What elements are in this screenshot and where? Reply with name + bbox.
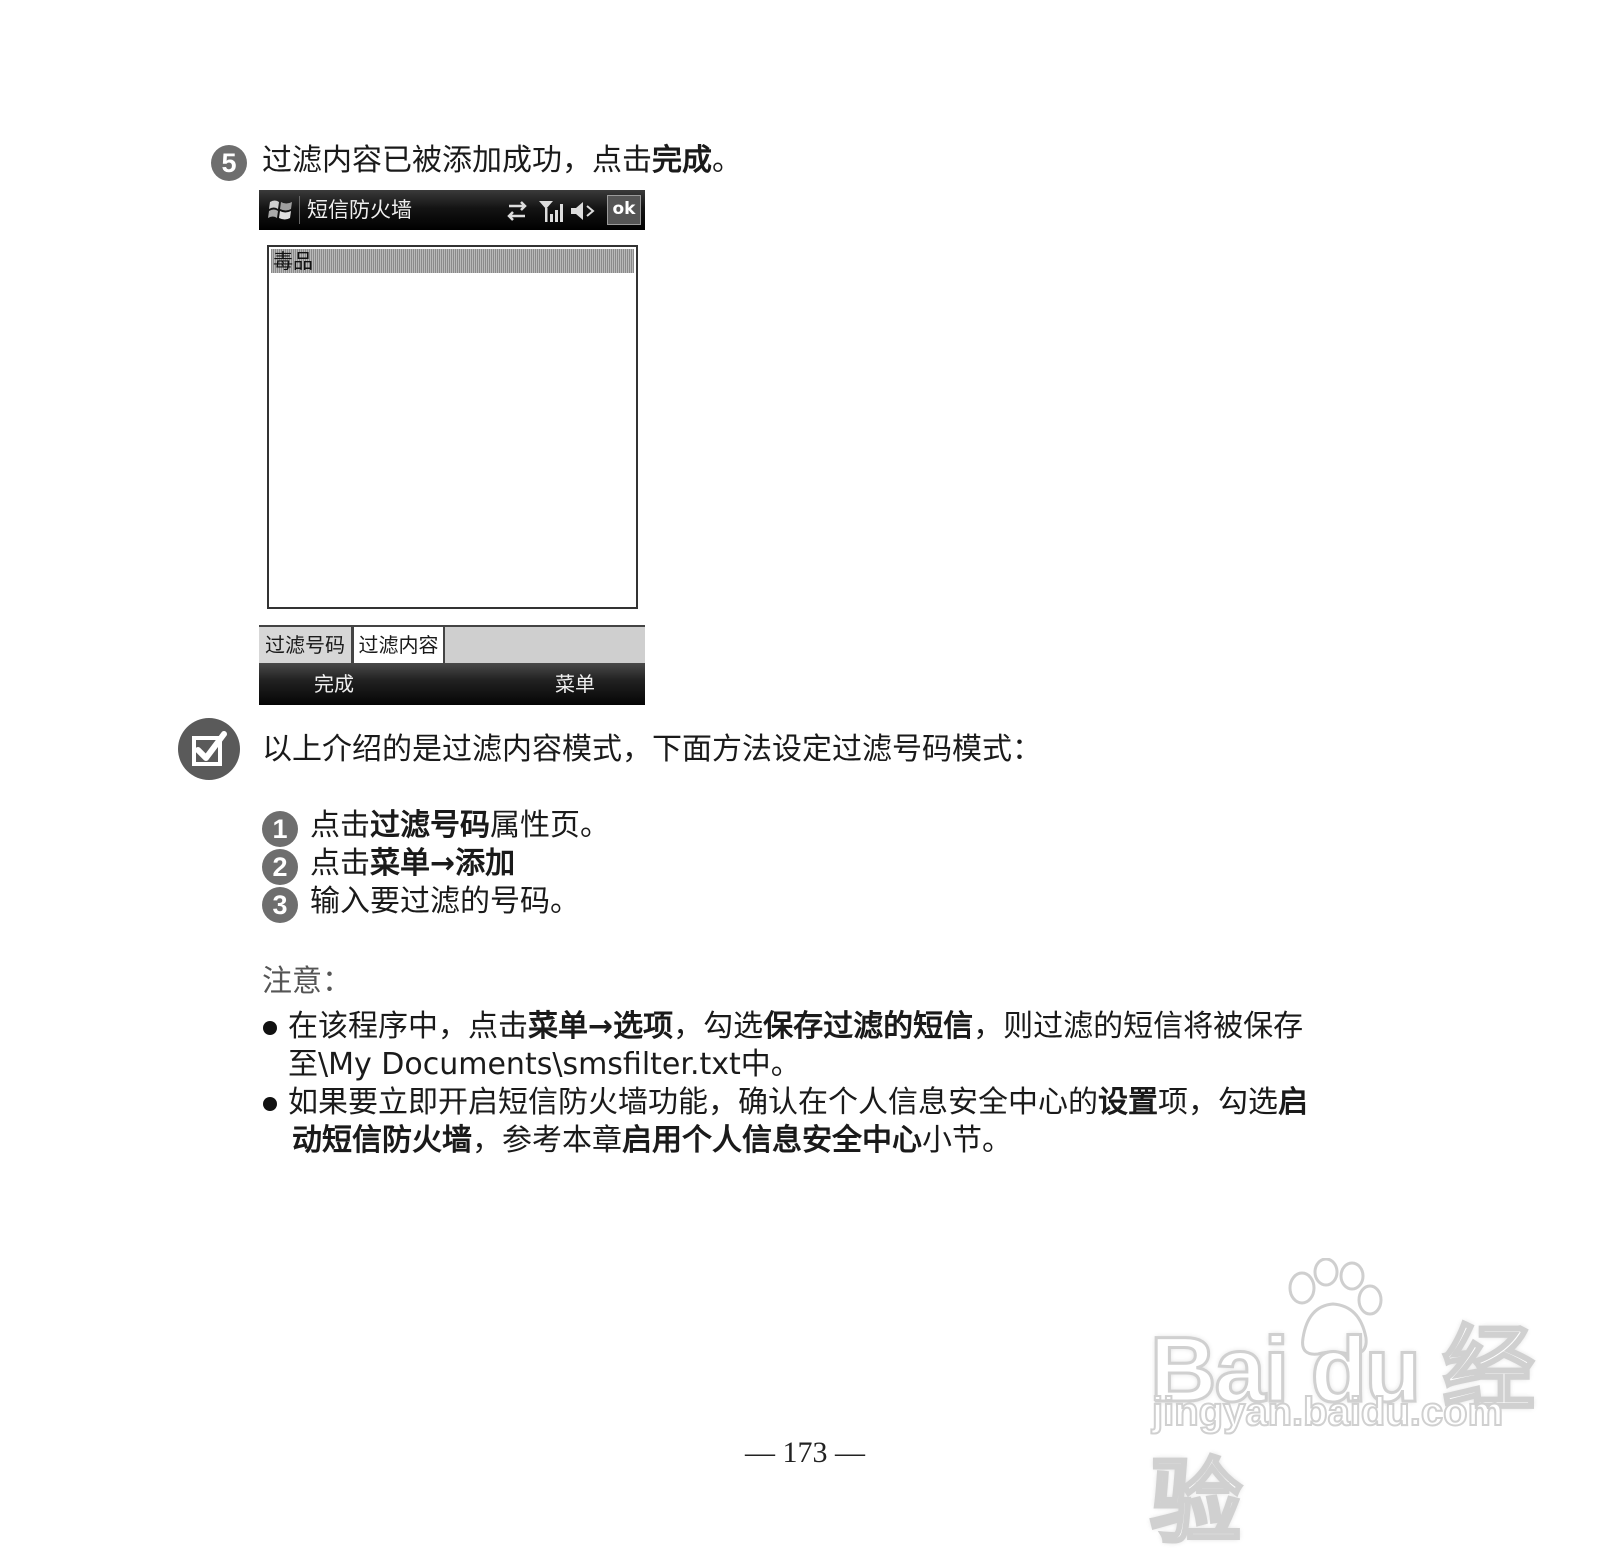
page-number: — 173 — [745,1436,865,1469]
step-5-badge: 5 [211,145,247,181]
windows-start-icon[interactable] [267,196,295,224]
speaker-muted-icon [571,202,595,220]
note-2-p2: 项，勾选 [1158,1085,1278,1120]
note-1-p1: 在该程序中，点击 [288,1009,528,1044]
note-2-b2: 启 [1278,1085,1308,1120]
title-separator [299,196,300,224]
note-1-line-2: 至\My Documents\smsfilter.txt中。 [288,1047,801,1082]
step-5-text-end: 。 [712,143,742,178]
step-5-text-bold: 完成 [652,143,712,178]
note-1-p2: ，勾选 [673,1009,764,1044]
tip-step-1-bold: 过滤号码 [370,808,490,843]
watermark-url: jingyan.baidu.com [1151,1389,1504,1435]
tip-step-3-text: 输入要过滤的号码。 [310,884,580,919]
notes-heading: 注意： [262,964,352,999]
tip-step-2-badge: 2 [262,849,298,885]
note-2-b3: 动短信防火墙 [292,1123,472,1158]
note-2-line-2: 动短信防火墙，参考本章启用个人信息安全中心小节。 [292,1122,1012,1160]
phone-softkey-bar: 完成 菜单 [259,663,645,705]
note-2-line-1: 如果要立即开启短信防火墙功能，确认在个人信息安全中心的设置项，勾选启 [288,1084,1308,1122]
phone-title-bar: 短信防火墙 ok [259,190,645,230]
tip-step-3-badge: 3 [262,887,298,923]
tip-step-2-bold: 菜单 [370,846,430,881]
note-1-bullet [263,1021,277,1035]
app-title: 短信防火墙 [307,198,412,222]
tip-step-2-pre: 点击 [310,846,370,881]
note-1-b1: 菜单 [528,1009,588,1044]
softkey-menu[interactable]: 菜单 [555,671,595,697]
tip-step-1-post: 属性页。 [490,808,610,843]
note-2-p1: 如果要立即开启短信防火墙功能，确认在个人信息安全中心的 [288,1085,1098,1120]
note-2-p4: 小节。 [922,1123,1012,1158]
tip-step-1-pre: 点击 [310,808,370,843]
connectivity-icon [507,201,527,221]
filter-content-list[interactable]: 毒品 [267,245,638,609]
note-2-b1: 设置 [1098,1085,1158,1120]
signal-icon [539,201,563,222]
note-2-b4: 启用个人信息安全中心 [622,1123,922,1158]
tip-step-2-arrow: → [430,846,456,881]
step-5-text: 过滤内容已被添加成功，点击完成。 [262,142,742,180]
tab-filter-number[interactable]: 过滤号码 [259,627,353,663]
tip-intro: 以上介绍的是过滤内容模式，下面方法设定过滤号码模式： [262,732,1042,767]
note-2-p3: ，参考本章 [472,1123,622,1158]
tip-step-2-text: 点击菜单→添加 [310,845,515,883]
softkey-done[interactable]: 完成 [314,671,354,697]
list-item[interactable]: 毒品 [271,249,634,273]
note-1-line-1: 在该程序中，点击菜单→选项，勾选保存过滤的短信，则过滤的短信将被保存 [288,1008,1303,1046]
tab-filter-content[interactable]: 过滤内容 [353,627,445,663]
note-2-bullet [263,1097,277,1111]
note-1-b2: 选项 [613,1009,674,1044]
tip-step-2-bold2: 添加 [455,846,516,881]
phone-tab-bar: 过滤号码 过滤内容 [259,625,645,665]
tip-step-1-badge: 1 [262,811,298,847]
ok-button[interactable]: ok [607,195,641,225]
note-1-arrow: → [588,1009,614,1044]
note-1-p3: ，则过滤的短信将被保存 [973,1009,1304,1044]
checkbox-tip-icon [178,718,240,780]
note-1-b3: 保存过滤的短信 [763,1009,974,1044]
step-5-text-plain: 过滤内容已被添加成功，点击 [262,143,652,178]
tip-step-1-text: 点击过滤号码属性页。 [310,807,610,845]
